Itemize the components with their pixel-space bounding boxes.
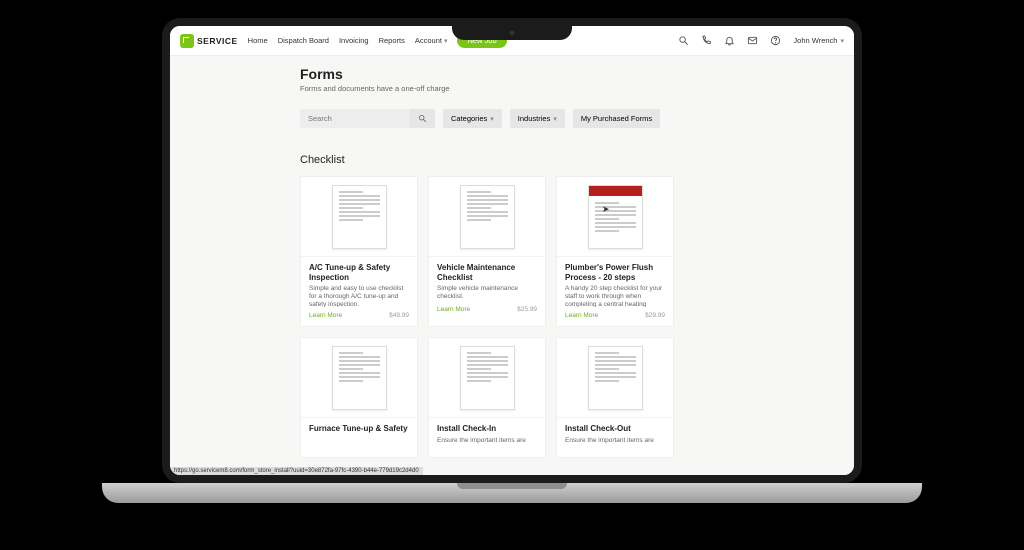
form-thumbnail (301, 338, 417, 418)
card-title: Install Check-Out (565, 424, 665, 434)
document-icon (588, 346, 643, 410)
nav-dispatch[interactable]: Dispatch Board (278, 36, 329, 45)
card-description: Simple vehicle maintenance checklist. (437, 285, 537, 301)
form-card[interactable]: Install Check-Out Ensure the important it… (556, 337, 674, 458)
form-thumbnail (429, 177, 545, 257)
brand-logo[interactable]: SERVICE (180, 34, 238, 48)
card-body: Furnace Tune-up & Safety (301, 418, 417, 449)
filter-categories-label: Categories (451, 114, 487, 123)
card-footer: Learn More $29.99 (565, 312, 665, 319)
search-wrap (300, 109, 435, 128)
chevron-down-icon: ▾ (840, 37, 844, 45)
form-card[interactable]: Vehicle Maintenance Checklist Simple vehi… (428, 176, 546, 327)
filter-bar: Categories ▾ Industries ▾ My Purchased F… (300, 109, 834, 128)
learn-more-link[interactable]: Learn More (309, 312, 342, 319)
learn-more-link[interactable]: Learn More (565, 312, 598, 319)
brand-name: SERVICE (197, 36, 238, 46)
form-card[interactable]: A/C Tune-up & Safety Inspection Simple an… (300, 176, 418, 327)
screen-notch (452, 26, 572, 40)
form-card[interactable]: Install Check-In Ensure the important ite… (428, 337, 546, 458)
user-name: John Wrench (793, 36, 837, 45)
status-url: https://go.servicem8.com/form_store_inst… (170, 467, 423, 475)
card-body: Vehicle Maintenance Checklist Simple vehi… (429, 257, 545, 320)
card-title: Plumber's Power Flush Process - 20 steps (565, 263, 665, 282)
form-card[interactable]: Plumber's Power Flush Process - 20 steps… (556, 176, 674, 327)
form-thumbnail (429, 338, 545, 418)
search-button[interactable] (410, 109, 435, 128)
document-icon (460, 346, 515, 410)
chevron-down-icon: ▾ (490, 115, 494, 123)
filter-purchased[interactable]: My Purchased Forms (573, 109, 660, 128)
card-description: Ensure the important items are (437, 437, 537, 445)
nav-reports[interactable]: Reports (379, 36, 405, 45)
card-title: Furnace Tune-up & Safety (309, 424, 409, 434)
card-title: A/C Tune-up & Safety Inspection (309, 263, 409, 282)
filter-purchased-label: My Purchased Forms (581, 114, 652, 123)
form-thumbnail (557, 177, 673, 257)
chevron-down-icon: ▾ (553, 115, 557, 123)
bell-icon[interactable] (724, 35, 735, 46)
card-body: Plumber's Power Flush Process - 20 steps… (557, 257, 673, 326)
help-icon[interactable] (770, 35, 781, 46)
page-content: Forms Forms and documents have a one-off… (300, 66, 834, 458)
card-footer: Learn More $25.99 (437, 306, 537, 313)
filter-categories[interactable]: Categories ▾ (443, 109, 502, 128)
logo-icon (180, 34, 194, 48)
form-card[interactable]: Furnace Tune-up & Safety (300, 337, 418, 458)
card-price: $25.99 (517, 306, 537, 313)
section-title: Checklist (300, 154, 834, 166)
user-menu[interactable]: John Wrench ▾ (793, 36, 844, 45)
document-icon (332, 346, 387, 410)
card-title: Vehicle Maintenance Checklist (437, 263, 537, 282)
card-title: Install Check-In (437, 424, 537, 434)
phone-icon[interactable] (701, 35, 712, 46)
laptop-base (102, 483, 922, 503)
card-footer: Learn More $49.99 (309, 312, 409, 319)
card-body: Install Check-In Ensure the important ite… (429, 418, 545, 457)
document-icon (460, 185, 515, 249)
nav-invoicing[interactable]: Invoicing (339, 36, 369, 45)
card-price: $49.99 (389, 312, 409, 319)
nav-account[interactable]: Account ▾ (415, 36, 448, 45)
card-description: Ensure the important items are (565, 437, 665, 445)
card-body: A/C Tune-up & Safety Inspection Simple an… (301, 257, 417, 326)
form-thumbnail (557, 338, 673, 418)
document-icon (332, 185, 387, 249)
forms-grid: A/C Tune-up & Safety Inspection Simple an… (300, 176, 834, 458)
card-price: $29.99 (645, 312, 665, 319)
filter-industries-label: Industries (518, 114, 551, 123)
search-icon (418, 114, 427, 123)
chevron-down-icon: ▾ (444, 37, 448, 45)
search-input[interactable] (300, 109, 410, 128)
inbox-icon[interactable] (747, 35, 758, 46)
nav-home[interactable]: Home (248, 36, 268, 45)
card-description: A handy 20 step checklist for your staff… (565, 285, 665, 307)
topbar-right: John Wrench ▾ (678, 35, 844, 46)
form-thumbnail (301, 177, 417, 257)
nav-account-label: Account (415, 36, 442, 45)
filter-industries[interactable]: Industries ▾ (510, 109, 565, 128)
learn-more-link[interactable]: Learn More (437, 306, 470, 313)
card-body: Install Check-Out Ensure the important it… (557, 418, 673, 457)
search-icon[interactable] (678, 35, 689, 46)
card-description: Simple and easy to use checklist for a t… (309, 285, 409, 307)
app-screen: SERVICE Home Dispatch Board Invoicing Re… (170, 26, 854, 475)
page-subtitle: Forms and documents have a one-off charg… (300, 84, 834, 93)
page-title: Forms (300, 66, 834, 82)
document-icon (588, 185, 643, 249)
laptop-frame: SERVICE Home Dispatch Board Invoicing Re… (162, 18, 862, 483)
main-nav: Home Dispatch Board Invoicing Reports Ac… (248, 36, 448, 45)
